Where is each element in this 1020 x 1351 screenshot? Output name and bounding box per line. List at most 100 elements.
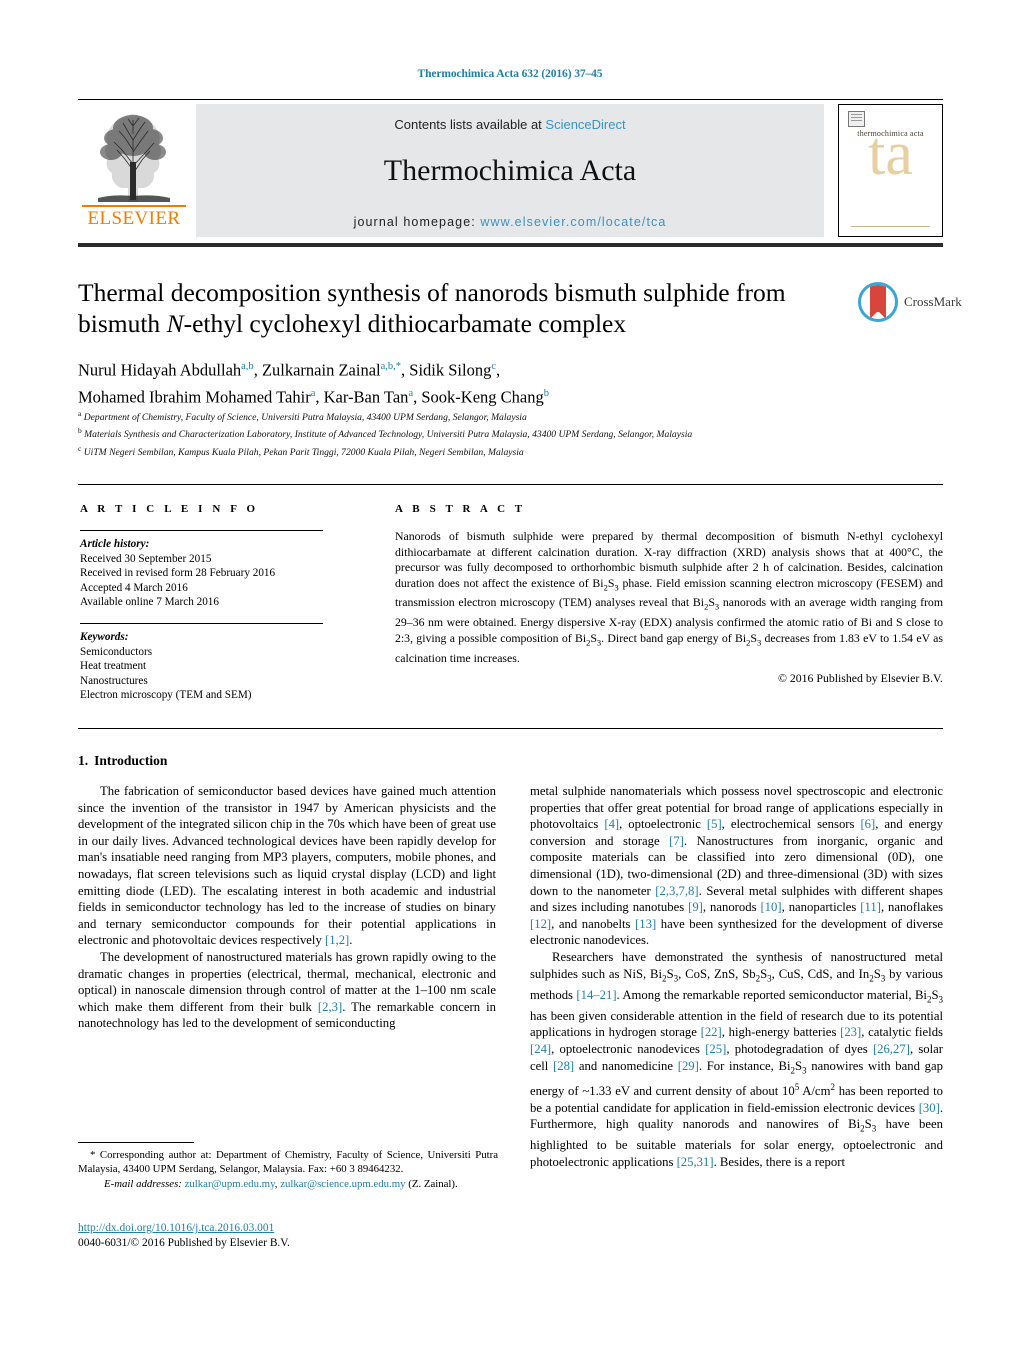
- citation-ref[interactable]: [9]: [688, 900, 703, 914]
- author-marks-6: b: [543, 387, 549, 399]
- author-marks-2: a,b,*: [380, 361, 402, 372]
- keyword-item: Semiconductors: [80, 645, 153, 658]
- author-sep-4: ,: [315, 387, 324, 406]
- info-divider-1: [80, 530, 323, 531]
- citation-ref[interactable]: [2,3]: [318, 1000, 342, 1014]
- right-para-1-g: , nanorods: [702, 900, 761, 915]
- affiliation-mark-a: a: [78, 409, 82, 418]
- citation-ref[interactable]: [30]: [919, 1101, 940, 1115]
- history-accepted: Accepted 4 March 2016: [80, 581, 188, 594]
- citation-ref[interactable]: [25]: [705, 1042, 726, 1056]
- citation-ref[interactable]: [10]: [760, 900, 781, 914]
- paragraph: The development of nanostructured materi…: [78, 949, 496, 1032]
- right-para-2-h: , catalytic fields: [861, 1025, 943, 1040]
- sciencedirect-band: Contents lists available at ScienceDirec…: [196, 104, 824, 237]
- citation-ref[interactable]: [25,31]: [677, 1155, 714, 1169]
- crossmark-badge[interactable]: CrossMark: [858, 282, 962, 326]
- cover-footer-rule: [851, 226, 930, 227]
- article-history-label: Article history:: [80, 538, 150, 550]
- citation-ref[interactable]: [13]: [635, 917, 656, 931]
- author-name-6: Sook-Keng Chang: [421, 387, 544, 406]
- citation-ref[interactable]: [11]: [860, 900, 881, 914]
- doi-link[interactable]: http://dx.doi.org/10.1016/j.tca.2016.03.…: [78, 1221, 498, 1236]
- title-line-2-prefix: bismuth: [78, 309, 167, 338]
- formula-sub: 2: [926, 994, 932, 1005]
- left-para-1-text: The fabrication of semiconductor based d…: [78, 784, 496, 948]
- email-link-2[interactable]: zulkar@science.upm.edu.my: [280, 1178, 405, 1190]
- masthead-bottom-rule: [78, 243, 943, 247]
- paragraph: Researchers have demonstrated the synthe…: [530, 949, 944, 1169]
- formula-sub: 2: [790, 1065, 795, 1076]
- abstract-text: Nanorods of bismuth sulphide were prepar…: [395, 529, 943, 665]
- citation-ref[interactable]: [1,2]: [325, 933, 349, 947]
- email-link-1[interactable]: zulkar@upm.edu.my: [185, 1178, 275, 1190]
- author-sep-3: ,: [496, 360, 501, 380]
- right-para-2-c: , CuS, CdS, and In: [771, 966, 870, 981]
- affiliation-text-a: Department of Chemistry, Faculty of Scie…: [83, 412, 527, 424]
- citation-ref[interactable]: [5]: [707, 817, 722, 831]
- right-para-2-o: A/cm: [799, 1083, 831, 1098]
- masthead-top-rule: [78, 99, 943, 100]
- cover-journal-title: thermochimica acta: [857, 129, 924, 138]
- right-para-2-j: , photodegradation of dyes: [726, 1041, 873, 1056]
- abstract-heading: A B S T R A C T: [395, 503, 526, 515]
- formula-sub: 2: [746, 637, 751, 648]
- author-marks-1: a,b: [241, 361, 254, 372]
- section-title: Introduction: [94, 753, 168, 768]
- citation-ref[interactable]: [26,27]: [873, 1042, 910, 1056]
- elsevier-tree-icon: [84, 106, 182, 206]
- author-name-4: Mohamed Ibrahim Mohamed Tahir: [78, 387, 311, 406]
- homepage-label: journal homepage:: [353, 215, 481, 229]
- email-owner: (Z. Zainal).: [408, 1177, 458, 1190]
- citation-ref[interactable]: [6]: [860, 817, 875, 831]
- running-head: Thermochimica Acta 632 (2016) 37–45: [417, 68, 603, 80]
- affiliation-c: c UiTM Negeri Sembilan, Kampus Kuala Pil…: [78, 442, 878, 459]
- journal-title: Thermochimica Acta: [383, 154, 637, 187]
- citation-ref[interactable]: [4]: [604, 817, 619, 831]
- title-italic-N: N: [166, 309, 184, 338]
- right-para-2-m: . For instance, Bi: [698, 1058, 791, 1073]
- formula-sub: 2: [755, 973, 761, 984]
- abstract-copyright: © 2016 Published by Elsevier B.V.: [777, 671, 943, 685]
- abstract-part-4: . Direct band gap energy of Bi: [601, 630, 747, 645]
- journal-cover-thumbnail: ta thermochimica acta: [838, 104, 943, 237]
- author-name-2: Zulkarnain Zainal: [261, 360, 381, 380]
- history-online: Available online 7 March 2016: [80, 596, 219, 609]
- keyword-item: Electron microscopy (TEM and SEM): [80, 689, 252, 702]
- homepage-url-link[interactable]: www.elsevier.com/locate/tca: [480, 215, 666, 229]
- title-line-1: Thermal decomposition synthesis of nanor…: [78, 278, 786, 307]
- article-info-heading: A R T I C L E I N F O: [80, 503, 259, 515]
- masthead: ELSEVIER Contents lists available at Sci…: [78, 104, 943, 237]
- author-sep-1: ,: [253, 360, 262, 380]
- citation-ref[interactable]: [2,3,7,8]: [655, 884, 698, 898]
- sciencedirect-link[interactable]: ScienceDirect: [545, 117, 625, 132]
- citation-ref[interactable]: [12]: [530, 917, 551, 931]
- citation-ref[interactable]: [22]: [701, 1025, 722, 1039]
- keywords-label: Keywords:: [80, 630, 129, 643]
- corresponding-author-note: * Corresponding author at: Department of…: [78, 1149, 498, 1176]
- right-para-2-s: . Besides, there is a report: [713, 1154, 845, 1169]
- tree-illustration-icon: [98, 114, 170, 202]
- citation-ref[interactable]: [28]: [553, 1059, 574, 1073]
- paragraph: metal sulphide nanomaterials which posse…: [530, 783, 943, 949]
- affiliation-a: a Department of Chemistry, Faculty of Sc…: [78, 407, 878, 424]
- citation-ref[interactable]: [14–21]: [576, 988, 616, 1002]
- keyword-item: Heat treatment: [80, 660, 147, 673]
- right-para-1-b: , optoelectronic: [619, 817, 707, 832]
- affiliation-text-b: Materials Synthesis and Characterization…: [84, 429, 693, 441]
- email-addresses-label: E-mail addresses:: [104, 1177, 182, 1190]
- elsevier-logo: ELSEVIER: [78, 104, 188, 237]
- info-top-rule: [78, 484, 943, 485]
- citation-ref[interactable]: [24]: [530, 1042, 551, 1056]
- citation-ref[interactable]: [7]: [669, 834, 684, 848]
- right-para-1-i: , nanoflakes: [880, 900, 944, 915]
- citation-ref[interactable]: [29]: [678, 1059, 699, 1073]
- section-number: 1.: [78, 753, 89, 768]
- citation-ref[interactable]: [23]: [840, 1025, 861, 1039]
- affiliation-mark-c: c: [78, 443, 82, 453]
- crossmark-label: CrossMark: [904, 294, 962, 309]
- author-list: Nurul Hidayah Abdullaha,b, Zulkarnain Za…: [78, 355, 878, 408]
- crossmark-icon: [858, 282, 898, 322]
- author-name-5: Kar-Ban Tan: [323, 387, 409, 406]
- page-title: Thermal decomposition synthesis of nanor…: [78, 277, 848, 339]
